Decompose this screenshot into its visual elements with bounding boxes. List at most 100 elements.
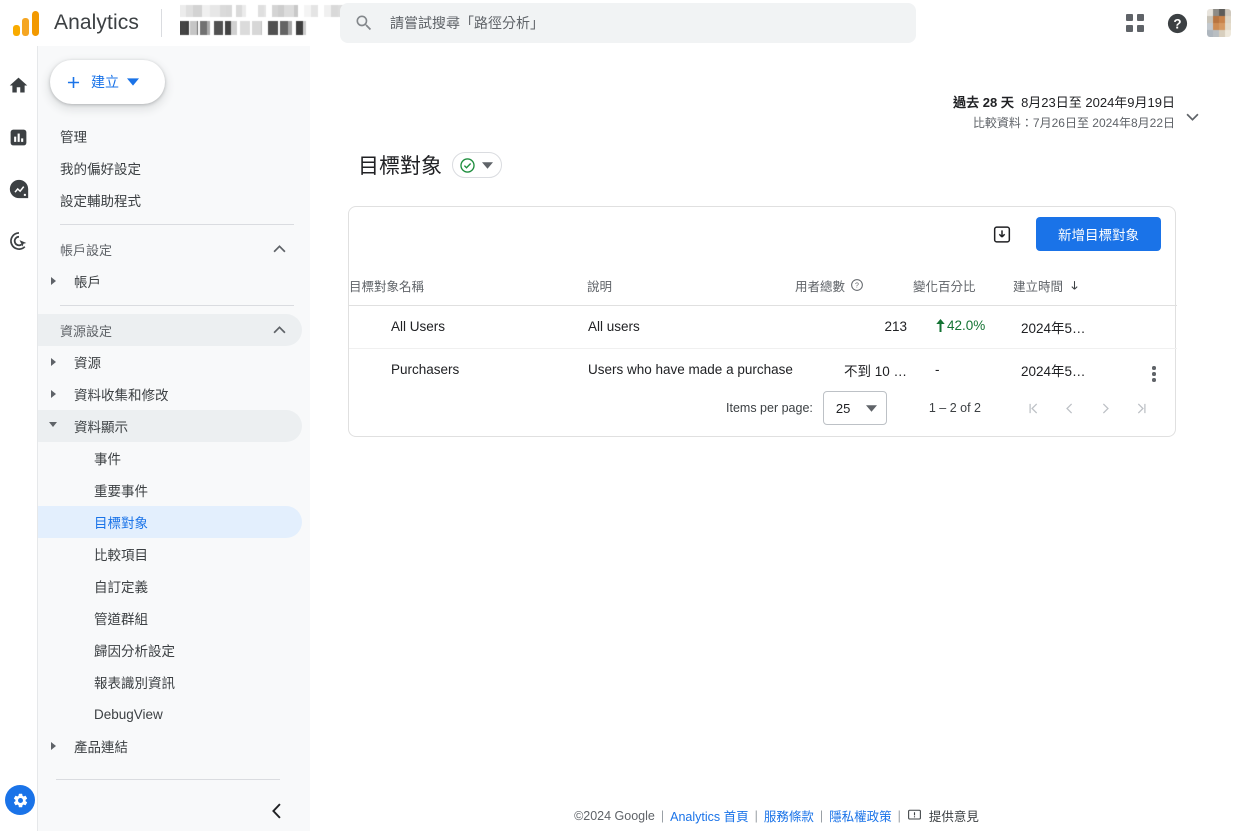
- property-selector[interactable]: [179, 3, 352, 43]
- svg-text:?: ?: [1173, 16, 1181, 31]
- divider: [60, 224, 294, 225]
- feedback-label: 提供意見: [928, 810, 979, 824]
- rail-item-explore[interactable]: [6, 176, 32, 202]
- download-button[interactable]: [986, 218, 1018, 250]
- footer-link-home[interactable]: Analytics 首頁: [670, 806, 749, 825]
- search-bar[interactable]: [340, 3, 916, 43]
- sidebar-item-setup-assistant[interactable]: 設定輔助程式: [38, 184, 302, 216]
- sidebar-item-debugview[interactable]: DebugView: [38, 698, 302, 730]
- cell-audience-name: All Users: [349, 305, 587, 349]
- rail-bottom: [5, 785, 35, 815]
- column-header-change[interactable]: 變化百分比: [913, 275, 1013, 306]
- sidebar-section-property-settings[interactable]: 資源設定: [38, 314, 302, 346]
- avatar[interactable]: [1207, 9, 1231, 37]
- feedback-button[interactable]: 提供意見: [907, 806, 979, 825]
- footer-link-terms[interactable]: 服務條款: [764, 806, 814, 825]
- divider: [60, 305, 294, 306]
- date-range-primary: 過去 28 天 8月23日至 2024年9月19日: [953, 92, 1175, 111]
- sidebar-item-manage[interactable]: 管理: [38, 120, 302, 152]
- sidebar-item-account[interactable]: 帳戶: [38, 265, 302, 297]
- rail-item-advertising[interactable]: [6, 228, 32, 254]
- sidebar-item-data-collection[interactable]: 資料收集和修改: [38, 378, 302, 410]
- download-icon: [993, 225, 1011, 243]
- sidebar-item-preferences[interactable]: 我的偏好設定: [38, 152, 302, 184]
- sidebar-item-custom-definitions[interactable]: 自訂定義: [38, 570, 302, 602]
- sidebar-item-product-links[interactable]: 產品連結: [38, 730, 302, 762]
- cell-total-users: 不到 10 …: [843, 363, 907, 379]
- last-page-icon: [1137, 402, 1146, 414]
- help-circle-icon[interactable]: ?: [850, 278, 864, 292]
- sidebar-item-data-display[interactable]: 資料顯示: [38, 410, 302, 442]
- column-header-users[interactable]: 用者總數 ?: [795, 275, 913, 306]
- pagination: Items per page: 25 1 – 2 of 2: [349, 388, 1177, 428]
- svg-text:?: ?: [855, 283, 859, 290]
- search-input[interactable]: [388, 14, 902, 32]
- items-per-page-select[interactable]: 25: [822, 391, 887, 425]
- last-page-button[interactable]: [1123, 390, 1159, 426]
- help-icon[interactable]: ?: [1165, 11, 1189, 35]
- expander-icon: [44, 421, 62, 431]
- plus-icon: [67, 76, 80, 88]
- rail-item-admin[interactable]: [5, 785, 35, 815]
- sidebar-item-comparisons[interactable]: 比較項目: [38, 538, 302, 570]
- items-per-page-label: Items per page:: [726, 401, 813, 415]
- sidebar-item-label: 設定輔助程式: [60, 194, 141, 209]
- apps-grid-icon[interactable]: [1123, 11, 1147, 35]
- date-range-comparison: 比較資料：7月26日至 2024年8月22日: [972, 116, 1175, 130]
- table-row[interactable]: Purchasers Users who have made a purchas…: [349, 348, 1177, 391]
- create-audience-button[interactable]: 新增目標對象: [1036, 217, 1161, 251]
- date-range-caret[interactable]: [1186, 108, 1199, 126]
- target-cursor-icon: [9, 232, 26, 250]
- sidebar-item-key-events[interactable]: 重要事件: [38, 474, 302, 506]
- table-header-row: 目標對象名稱 說明 用者總數 ? 變化百分比 建立時間: [349, 275, 1177, 306]
- sidebar-item-label: 事件: [94, 452, 121, 467]
- cell-created-time: 2024年5…: [1013, 305, 1131, 349]
- status-badge[interactable]: [452, 152, 502, 178]
- rail-item-home[interactable]: [6, 72, 32, 98]
- more-vert-icon[interactable]: [1152, 366, 1156, 382]
- sidebar-section-account-settings[interactable]: 帳戶設定: [38, 233, 302, 265]
- prev-page-button[interactable]: [1051, 390, 1087, 426]
- sidebar-item-label: 歸因分析設定: [94, 644, 175, 659]
- column-header-name[interactable]: 目標對象名稱: [349, 275, 587, 306]
- sidebar-item-audiences[interactable]: 目標對象: [38, 506, 302, 538]
- column-header-created[interactable]: 建立時間: [1013, 275, 1131, 306]
- footer-separator: |: [819, 808, 824, 823]
- bar-chart-icon: [10, 129, 27, 145]
- sidebar-item-label: 重要事件: [94, 484, 148, 499]
- divider: [56, 779, 280, 780]
- expander-icon: [44, 742, 62, 750]
- column-header-description[interactable]: 說明: [587, 275, 795, 306]
- first-page-button[interactable]: [1015, 390, 1051, 426]
- page-header: 目標對象: [358, 150, 502, 180]
- next-page-button[interactable]: [1087, 390, 1123, 426]
- cell-description: All users: [587, 305, 795, 349]
- sidebar-item-label: 目標對象: [94, 516, 148, 531]
- sidebar-item-label: 資料收集和修改: [74, 388, 169, 403]
- prev-page-icon: [1065, 402, 1072, 414]
- sidebar-item-property[interactable]: 資源: [38, 346, 302, 378]
- column-header-created-label: 建立時間: [1013, 279, 1064, 294]
- sidebar: 建立 管理 我的偏好設定 設定輔助程式 帳戶設定 帳戶 資源設定 資源 資料收集…: [38, 46, 310, 831]
- sidebar-item-label: 報表識別資訊: [94, 676, 175, 691]
- create-button[interactable]: 建立: [50, 60, 165, 104]
- cell-change-percent: 42.0%: [913, 305, 1013, 349]
- sidebar-item-channel-groups[interactable]: 管道群組: [38, 602, 302, 634]
- rail-item-reports[interactable]: [6, 124, 32, 150]
- sidebar-collapse-button[interactable]: [264, 799, 288, 823]
- sidebar-item-reporting-identity[interactable]: 報表識別資訊: [38, 666, 302, 698]
- table-row[interactable]: All Users All users 213 42.0% 2024年5…: [349, 305, 1177, 349]
- pagination-range: 1 – 2 of 2: [928, 401, 981, 415]
- footer-link-privacy[interactable]: 隱私權政策: [829, 806, 892, 825]
- search-icon: [356, 15, 372, 31]
- cell-created-time: 2024年5…: [1021, 363, 1086, 379]
- brand-title: Analytics: [54, 11, 139, 34]
- home-icon: [9, 77, 28, 92]
- sidebar-item-attribution-settings[interactable]: 歸因分析設定: [38, 634, 302, 666]
- sidebar-item-label: 管理: [60, 130, 87, 145]
- explore-trend-icon: [9, 179, 28, 199]
- sidebar-item-label: 資料顯示: [74, 420, 128, 435]
- sidebar-item-label: 我的偏好設定: [60, 162, 141, 177]
- date-range-selector[interactable]: 過去 28 天 8月23日至 2024年9月19日 比較資料：7月26日至 20…: [953, 92, 1175, 131]
- sidebar-item-events[interactable]: 事件: [38, 442, 302, 474]
